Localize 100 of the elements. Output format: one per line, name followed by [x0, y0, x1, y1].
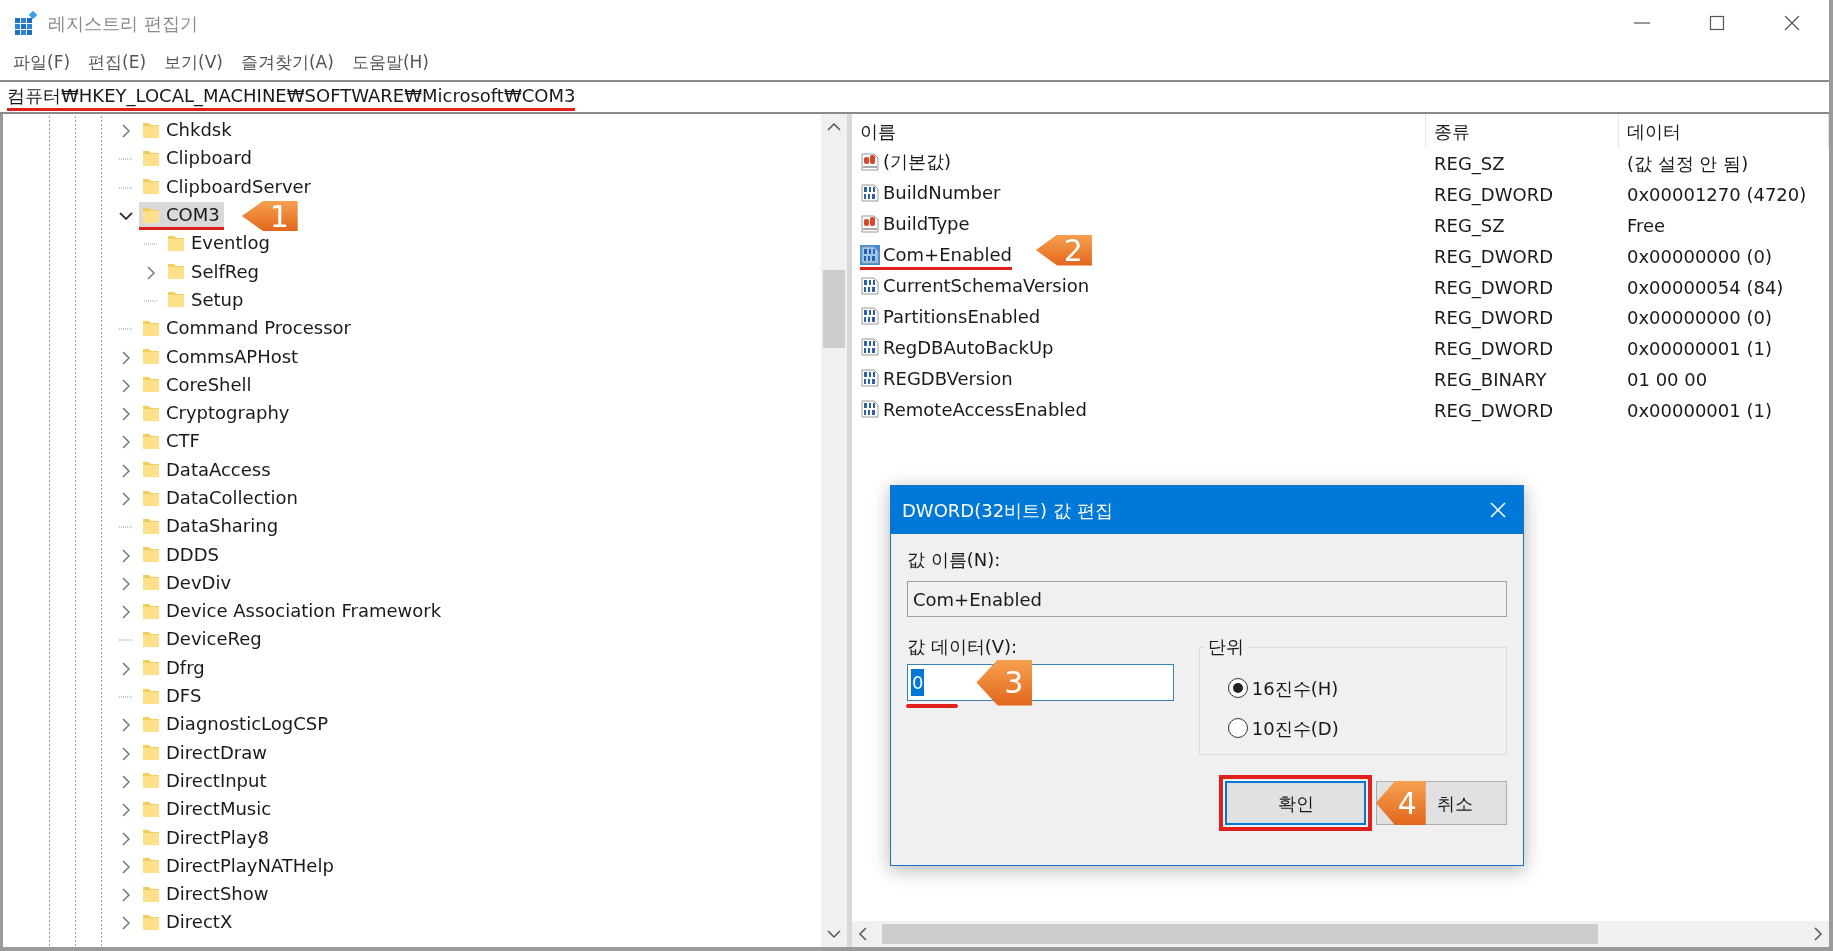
tree-item[interactable]: CTF	[139, 428, 204, 457]
value-data: 0x00000054 (84)	[1626, 275, 1785, 300]
radio-option[interactable]: 10진수(D)	[1227, 708, 1506, 748]
scroll-right-icon	[1813, 927, 1823, 941]
tree-connector-icon	[119, 526, 133, 529]
value-data: 0x00000000 (0)	[1626, 306, 1773, 331]
tree-item[interactable]: DevDiv	[139, 569, 236, 598]
value-type: REG_DWORD	[1433, 275, 1555, 301]
value-data: 0x00000001 (1)	[1626, 399, 1773, 424]
menu-item[interactable]: 보기(V)	[155, 50, 232, 76]
value-name[interactable]: CurrentSchemaVersion	[860, 273, 1090, 301]
value-name[interactable]: (기본값)	[860, 149, 952, 178]
menu-item[interactable]: 파일(F)	[4, 50, 80, 76]
menu-item[interactable]: 즐겨찾기(A)	[231, 50, 343, 76]
tree-item[interactable]: CoreShell	[139, 371, 256, 400]
value-type: REG_SZ	[1433, 151, 1506, 177]
column-header[interactable]: 종류	[1426, 114, 1619, 148]
chevron-right-icon	[122, 378, 130, 393]
value-name[interactable]: BuildNumber	[860, 180, 1001, 209]
folder-icon	[141, 855, 161, 876]
tree-item[interactable]: Device Association Framework	[139, 598, 446, 627]
chevron-right-icon	[122, 463, 130, 478]
horizontal-scrollbar[interactable]	[852, 921, 1829, 947]
column-header[interactable]: 이름	[852, 114, 1426, 148]
tree-item[interactable]: DirectMusic	[139, 796, 276, 825]
chevron-right-icon	[122, 350, 130, 365]
folder-icon	[141, 374, 161, 395]
scrollbar-thumb[interactable]	[823, 270, 845, 348]
value-name[interactable]: PartitionsEnabled	[860, 303, 1041, 332]
chevron-right-icon	[122, 407, 130, 422]
tree-item[interactable]: DataSharing	[139, 513, 283, 542]
window-title: 레지스트리 편집기	[48, 11, 198, 36]
tree-item[interactable]: Chkdsk	[139, 117, 236, 146]
tree-item[interactable]: Command Processor	[139, 315, 355, 344]
tree-item[interactable]: Dfrg	[139, 654, 209, 683]
value-name[interactable]: REGDBVersion	[860, 365, 1013, 394]
value-name[interactable]: RegDBAutoBackUp	[860, 334, 1054, 363]
menu-item[interactable]: 편집(E)	[79, 50, 156, 76]
tree-item[interactable]: SelfReg	[164, 258, 264, 287]
tree-item[interactable]: COM3	[139, 202, 224, 231]
ok-button[interactable]: 확인	[1225, 781, 1366, 825]
tree-item[interactable]: DirectDraw	[139, 739, 271, 768]
tree-item[interactable]: DirectInput	[139, 767, 271, 796]
tree-item[interactable]: Setup	[164, 286, 248, 315]
tree-item[interactable]: DiagnosticLogCSP	[139, 711, 333, 740]
tree-item[interactable]: Eventlog	[164, 230, 274, 259]
folder-icon	[141, 459, 161, 480]
address-path[interactable]: 컴퓨터₩HKEY_LOCAL_MACHINE₩SOFTWARE₩Microsoft₩COM3	[7, 83, 576, 111]
folder-icon	[166, 261, 186, 282]
chevron-right-icon	[122, 435, 130, 450]
binary-value-icon	[860, 306, 880, 327]
vertical-scrollbar[interactable]	[821, 114, 847, 947]
menu-item[interactable]: 도움말(H)	[342, 50, 438, 76]
chevron-right-icon	[122, 803, 130, 818]
tree-item[interactable]: DirectShow	[139, 881, 273, 910]
tree-item[interactable]: DataAccess	[139, 456, 275, 485]
folder-icon	[141, 742, 161, 763]
binary-value-icon	[860, 399, 880, 420]
radio-button[interactable]	[1227, 678, 1248, 698]
folder-icon	[141, 544, 161, 565]
tree-item[interactable]: DeviceReg	[139, 626, 266, 655]
binary-value-icon	[860, 368, 880, 389]
value-type: REG_DWORD	[1433, 306, 1555, 331]
tree-item[interactable]: DFS	[139, 683, 206, 712]
chevron-right-icon	[122, 548, 130, 563]
chevron-right-icon	[122, 916, 130, 931]
tree-item[interactable]: ClipboardServer	[139, 173, 315, 202]
chevron-right-icon	[147, 265, 155, 280]
folder-icon	[141, 629, 161, 649]
chevron-right-icon	[122, 492, 130, 506]
dialog-title: DWORD(32비트) 값 편집	[902, 498, 1113, 523]
value-name-field[interactable]: Com+Enabled	[907, 581, 1507, 617]
value-name[interactable]: BuildType	[860, 211, 970, 240]
folder-icon	[141, 827, 161, 848]
tree-item[interactable]: CommsAPHost	[139, 343, 303, 372]
binary-value-icon	[860, 182, 880, 203]
column-header[interactable]: 데이터	[1619, 114, 1829, 148]
folder-icon	[141, 657, 161, 678]
radio-option[interactable]: 16진수(H)	[1227, 668, 1506, 708]
tree-item[interactable]: DirectPlayNATHelp	[139, 852, 338, 881]
tree-item[interactable]: DataCollection	[139, 485, 302, 513]
value-type: REG_DWORD	[1433, 244, 1555, 270]
chevron-right-icon	[122, 576, 130, 591]
chevron-right-icon	[122, 661, 130, 676]
tree-item[interactable]: DirectPlay8	[139, 824, 273, 853]
tree-item[interactable]: DDDS	[139, 541, 223, 570]
chevron-right-icon	[122, 746, 130, 761]
value-name[interactable]: RemoteAccessEnabled	[860, 396, 1087, 425]
tree-item[interactable]: DirectX	[139, 909, 237, 938]
radio-button[interactable]	[1227, 718, 1248, 738]
tree-item[interactable]: Clipboard	[139, 145, 256, 174]
binary-value-icon	[860, 275, 880, 296]
value-name[interactable]: Com+Enabled	[860, 242, 1012, 271]
tree-connector-icon	[119, 639, 133, 642]
scrollbar-thumb[interactable]	[882, 924, 1598, 944]
tree-item[interactable]: Cryptography	[139, 400, 294, 429]
callout-badge: 2	[1035, 234, 1092, 266]
value-data: (값 설정 안 됨)	[1626, 151, 1750, 176]
folder-icon	[141, 572, 161, 593]
value-type: REG_DWORD	[1433, 182, 1555, 208]
